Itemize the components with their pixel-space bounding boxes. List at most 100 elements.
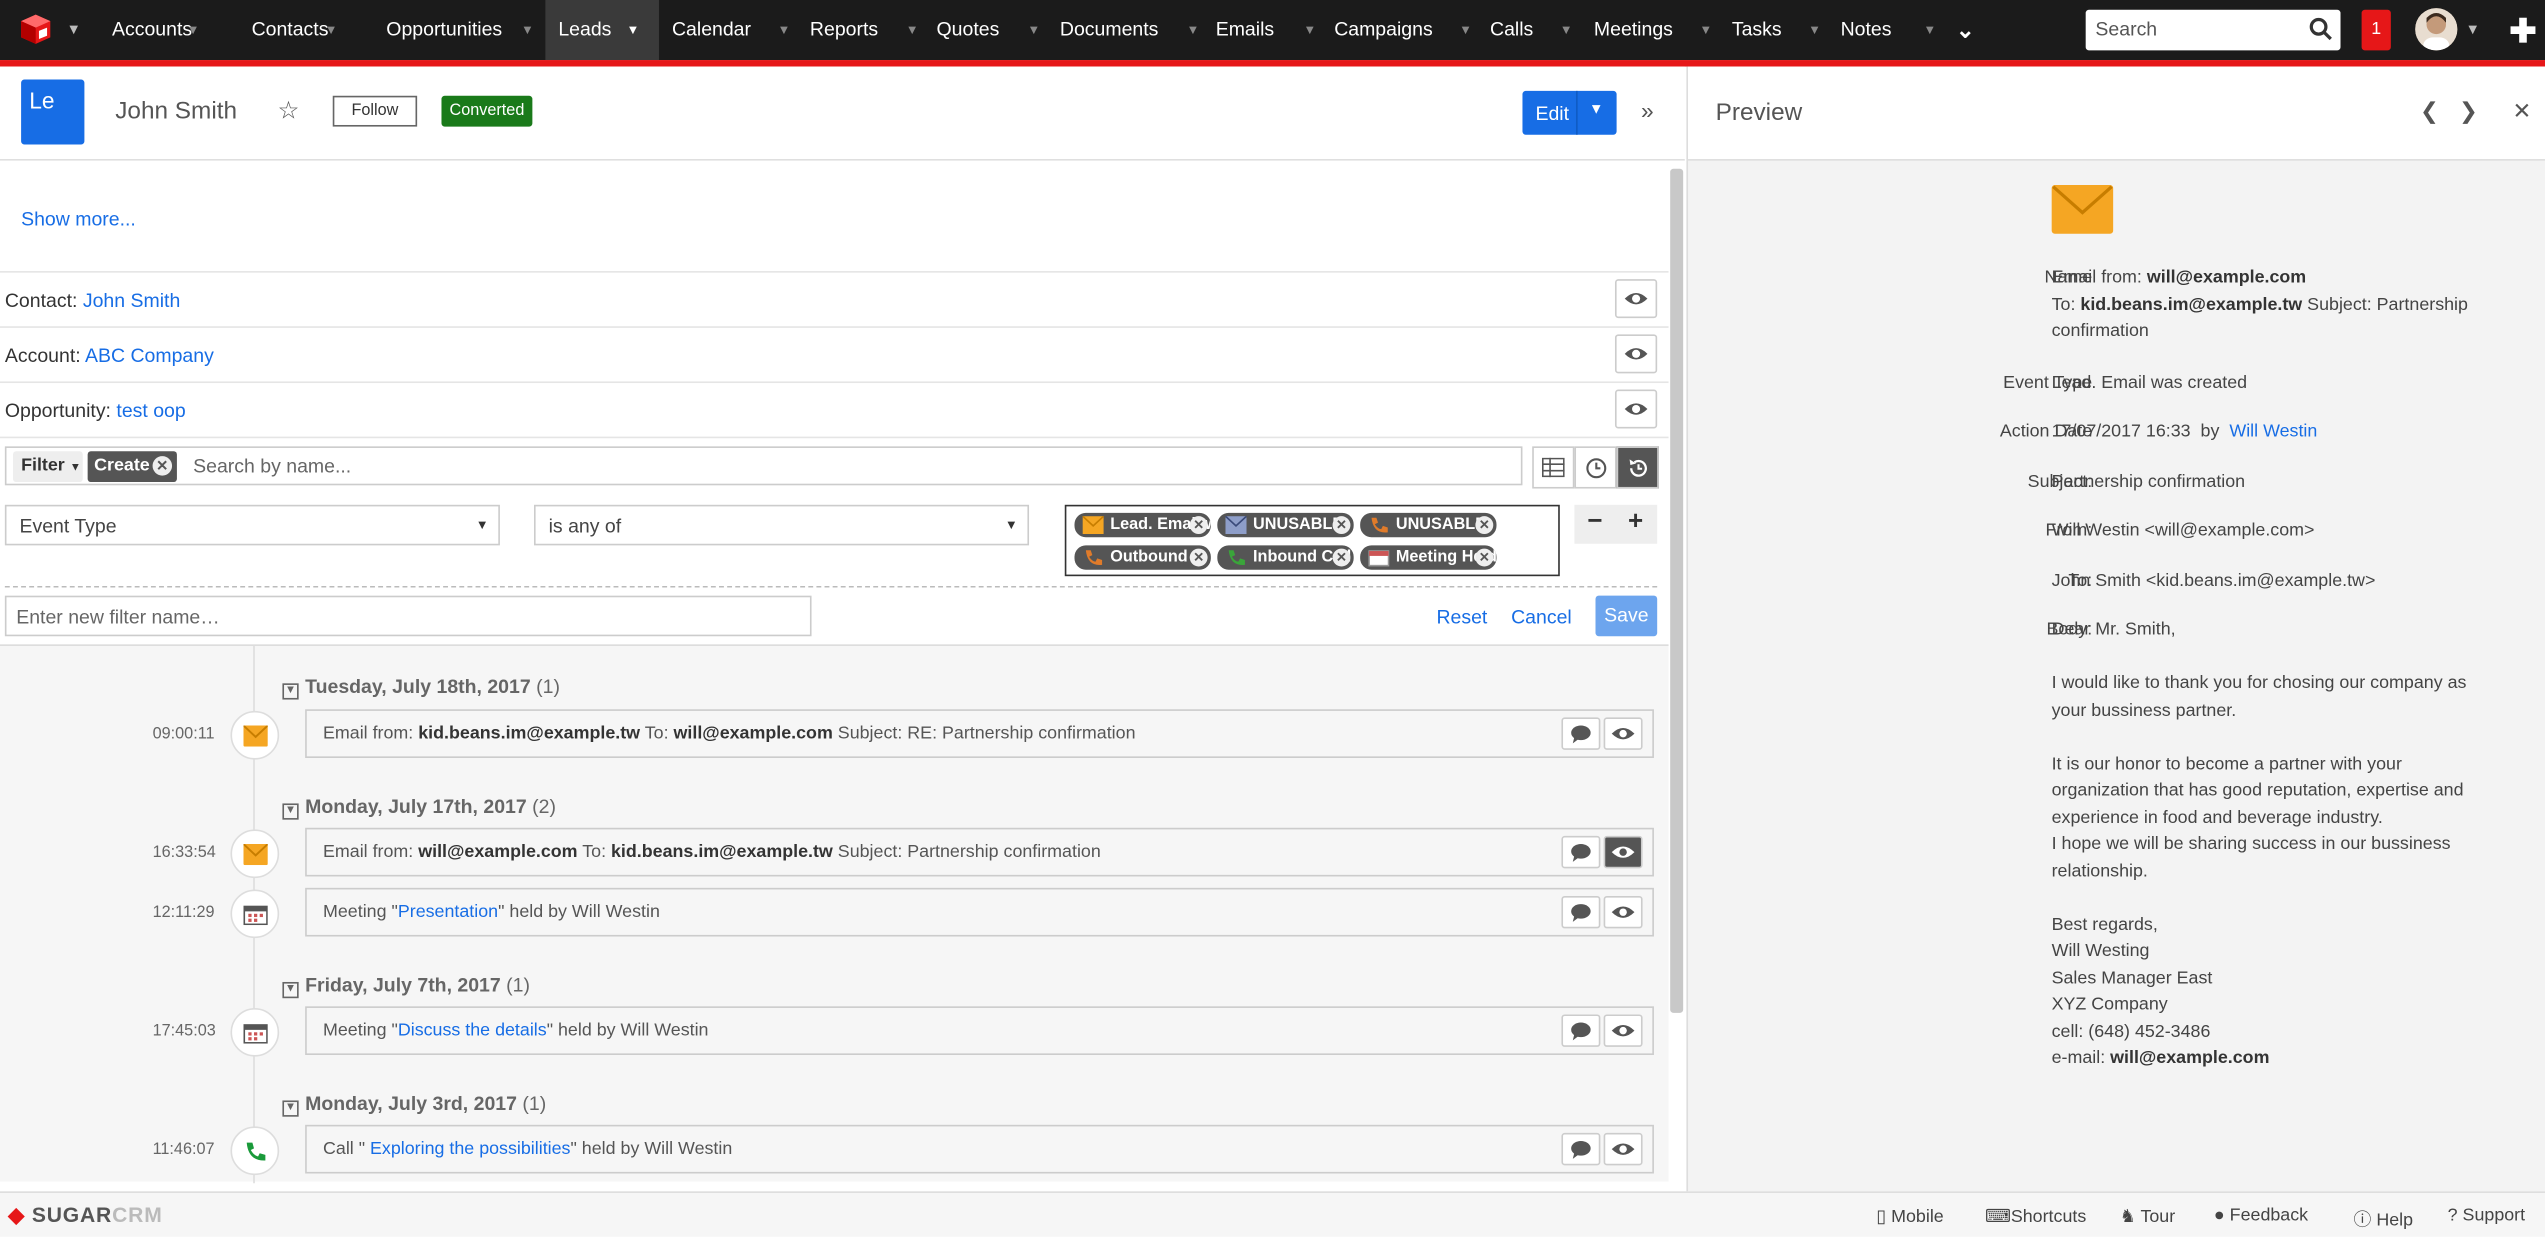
history-view-button[interactable]: [1616, 446, 1659, 489]
nav-item-calls[interactable]: Calls ▼: [1490, 0, 1573, 60]
timeline-event[interactable]: Call " Exploring the possibilities" held…: [305, 1124, 1654, 1174]
chevron-down-icon[interactable]: ▼: [1303, 0, 1316, 60]
reset-link[interactable]: Reset: [1436, 605, 1487, 628]
footer-shortcuts[interactable]: ⌨Shortcuts: [1985, 1206, 2086, 1227]
remove-row-icon[interactable]: −: [1587, 508, 1602, 537]
nav-item-quotes[interactable]: Quotes ▼: [937, 0, 1041, 60]
footer-help[interactable]: ⓘ Help: [2353, 1206, 2413, 1232]
preview-eye-button[interactable]: [1614, 389, 1658, 429]
filter-field-select[interactable]: Event Type ▼: [4, 504, 500, 546]
remove-tag-icon[interactable]: ✕: [1332, 548, 1351, 567]
timeline-event[interactable]: Email from: will@example.com To: kid.bea…: [305, 827, 1654, 877]
filter-values-input[interactable]: Lead. Email was created✕ UNUSABLE✕ UNUSA…: [1064, 504, 1560, 577]
notification-badge[interactable]: 1: [2361, 9, 2391, 51]
edit-button[interactable]: Edit ▼: [1522, 90, 1617, 135]
chevron-down-icon[interactable]: ▼: [187, 0, 200, 60]
remove-tag-icon[interactable]: ✕: [1332, 516, 1351, 534]
meeting-link[interactable]: Discuss the details: [398, 1021, 547, 1040]
global-search-input[interactable]: Search: [2085, 9, 2341, 51]
collapse-icon[interactable]: ▼: [282, 1100, 299, 1117]
search-icon[interactable]: [2308, 16, 2334, 42]
chevron-down-icon[interactable]: ▼: [777, 0, 790, 60]
list-view-button[interactable]: [1532, 446, 1575, 489]
more-modules-chevron-icon[interactable]: ⌄: [1956, 0, 1975, 60]
remove-filter-icon[interactable]: ✕: [152, 456, 173, 476]
action-user-link[interactable]: Will Westin: [2229, 422, 2317, 441]
chevron-down-icon[interactable]: ▼: [1923, 0, 1936, 60]
nav-item-accounts[interactable]: Accounts ▼: [112, 0, 200, 60]
chevron-down-icon[interactable]: ▼: [1699, 0, 1712, 60]
timeline-event[interactable]: Meeting "Presentation" held by Will West…: [305, 887, 1654, 937]
nav-item-calendar[interactable]: Calendar ▼: [672, 0, 790, 60]
nav-item-documents[interactable]: Documents ▼: [1060, 0, 1199, 60]
chevron-down-icon[interactable]: ▼: [2465, 21, 2479, 37]
filter-operator-select[interactable]: is any of ▼: [533, 504, 1030, 546]
toggle-sidebar-icon[interactable]: »: [1641, 97, 1654, 123]
meeting-link[interactable]: Presentation: [398, 902, 498, 921]
quick-create-plus-icon[interactable]: ✚: [2509, 11, 2536, 52]
sugarcrm-logo[interactable]: ◆ SUGARCRM: [8, 1203, 162, 1229]
nav-item-campaigns[interactable]: Campaigns ▼: [1334, 0, 1472, 60]
remove-tag-icon[interactable]: ✕: [1189, 516, 1208, 534]
remove-tag-icon[interactable]: ✕: [1475, 548, 1494, 567]
cancel-link[interactable]: Cancel: [1511, 605, 1572, 628]
scrollbar[interactable]: [1670, 168, 1684, 1013]
nav-item-meetings[interactable]: Meetings ▼: [1594, 0, 1712, 60]
preview-eye-button[interactable]: [1603, 835, 1643, 869]
active-filter-pill[interactable]: Create ✕: [87, 451, 177, 483]
search-input[interactable]: Search by name...: [193, 454, 351, 477]
timeline-event[interactable]: Meeting "Discuss the details" held by Wi…: [305, 1006, 1654, 1056]
save-filter-button[interactable]: Save: [1595, 595, 1658, 637]
chevron-down-icon[interactable]: ▼: [1186, 0, 1199, 60]
chevron-down-icon[interactable]: ▼: [1589, 101, 1603, 117]
chevron-down-icon[interactable]: ▼: [1808, 0, 1821, 60]
preview-eye-button[interactable]: [1603, 717, 1643, 750]
chevron-down-icon[interactable]: ▼: [1560, 0, 1573, 60]
footer-feedback[interactable]: ● Feedback: [2214, 1206, 2308, 1225]
nav-item-leads[interactable]: Leads ▼: [545, 0, 659, 61]
day-header[interactable]: ▼ Tuesday, July 18th, 2017 (1): [282, 675, 560, 700]
footer-support[interactable]: ? Support: [2448, 1206, 2525, 1225]
comment-button[interactable]: [1561, 835, 1601, 869]
nav-item-contacts[interactable]: Contacts ▼: [252, 0, 338, 60]
chevron-down-icon[interactable]: ▼: [521, 0, 534, 60]
timeline-event[interactable]: Email from: kid.beans.im@example.tw To: …: [305, 709, 1654, 758]
chevron-down-icon[interactable]: ▼: [1459, 0, 1472, 60]
chevron-down-icon[interactable]: ▼: [1027, 0, 1040, 60]
collapse-icon[interactable]: ▼: [282, 803, 299, 820]
user-avatar[interactable]: [2415, 8, 2458, 51]
remove-tag-icon[interactable]: ✕: [1189, 548, 1208, 567]
favorite-star-icon[interactable]: ☆: [278, 96, 300, 125]
related-account-link[interactable]: ABC Company: [85, 344, 214, 367]
chevron-down-icon[interactable]: ▼: [325, 0, 338, 60]
preview-eye-button[interactable]: [1603, 895, 1643, 929]
call-link[interactable]: Exploring the possibilities: [370, 1139, 570, 1158]
nav-item-opportunities[interactable]: Opportunities ▼: [386, 0, 534, 60]
comment-button[interactable]: [1561, 1014, 1601, 1047]
chevron-down-icon[interactable]: ▼: [627, 0, 640, 60]
related-opportunity-link[interactable]: test oop: [116, 399, 185, 422]
nav-item-reports[interactable]: Reports ▼: [810, 0, 919, 60]
next-icon[interactable]: ❯: [2459, 97, 2478, 125]
day-header[interactable]: ▼ Friday, July 7th, 2017 (1): [282, 974, 530, 999]
follow-button[interactable]: Follow: [332, 95, 418, 127]
collapse-icon[interactable]: ▼: [282, 683, 299, 700]
comment-button[interactable]: [1561, 1132, 1601, 1166]
day-header[interactable]: ▼ Monday, July 3rd, 2017 (1): [282, 1092, 546, 1117]
preview-eye-button[interactable]: [1603, 1014, 1643, 1047]
footer-mobile[interactable]: ▯ Mobile: [1876, 1206, 1943, 1227]
related-contact-link[interactable]: John Smith: [83, 289, 180, 312]
collapse-icon[interactable]: ▼: [282, 981, 299, 999]
previous-icon[interactable]: ❮: [2420, 97, 2439, 125]
footer-tour[interactable]: ♞ Tour: [2120, 1206, 2175, 1227]
preview-eye-button[interactable]: [1603, 1132, 1643, 1166]
comment-button[interactable]: [1561, 717, 1601, 750]
nav-item-tasks[interactable]: Tasks ▼: [1732, 0, 1821, 60]
nav-item-emails[interactable]: Emails ▼: [1216, 0, 1317, 60]
filter-dropdown[interactable]: Filter ▼: [12, 451, 83, 483]
show-more-link[interactable]: Show more...: [21, 208, 136, 231]
chevron-down-icon[interactable]: ▼: [906, 0, 919, 60]
day-header[interactable]: ▼ Monday, July 17th, 2017 (2): [282, 795, 556, 820]
remove-tag-icon[interactable]: ✕: [1475, 516, 1494, 534]
preview-eye-button[interactable]: [1614, 279, 1658, 319]
